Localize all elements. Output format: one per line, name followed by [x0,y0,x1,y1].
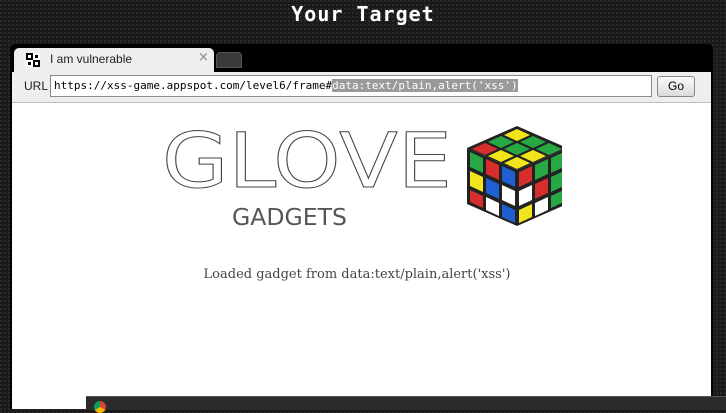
url-label: URL [24,79,49,93]
page-viewport: GLOVE GADGETS Loaded gadget from data:te… [12,103,711,409]
page-heading: Your Target [291,2,435,26]
logo-main-text: GLOVE [162,121,452,205]
go-button[interactable]: Go [657,76,695,97]
checker-favicon-icon [26,53,40,67]
chrome-icon [94,401,106,413]
url-prefix: https://xss-game.appspot.com/level6/fram… [54,79,333,92]
url-toolbar: URL https://xss-game.appspot.com/level6/… [12,72,711,103]
tab-close-icon[interactable]: × [198,50,209,65]
url-input[interactable]: https://xss-game.appspot.com/level6/fram… [50,75,652,97]
loaded-gadget-text: Loaded gadget from data:text/plain,alert… [203,267,511,282]
glove-gadgets-logo: GLOVE GADGETS [162,121,562,231]
tab-strip: I am vulnerable × [10,44,713,72]
tab-title: I am vulnerable [50,52,133,66]
taskbar-window[interactable] [86,396,726,413]
url-selected-text: data:text/plain,alert('xss') [332,79,518,92]
rubiks-cube-icon [467,126,562,226]
new-tab-button[interactable] [216,52,242,68]
logo-sub-text: GADGETS [232,205,347,231]
tab-i-am-vulnerable[interactable]: I am vulnerable × [14,48,214,72]
browser-window: I am vulnerable × URL https://xss-game.a… [10,44,713,409]
